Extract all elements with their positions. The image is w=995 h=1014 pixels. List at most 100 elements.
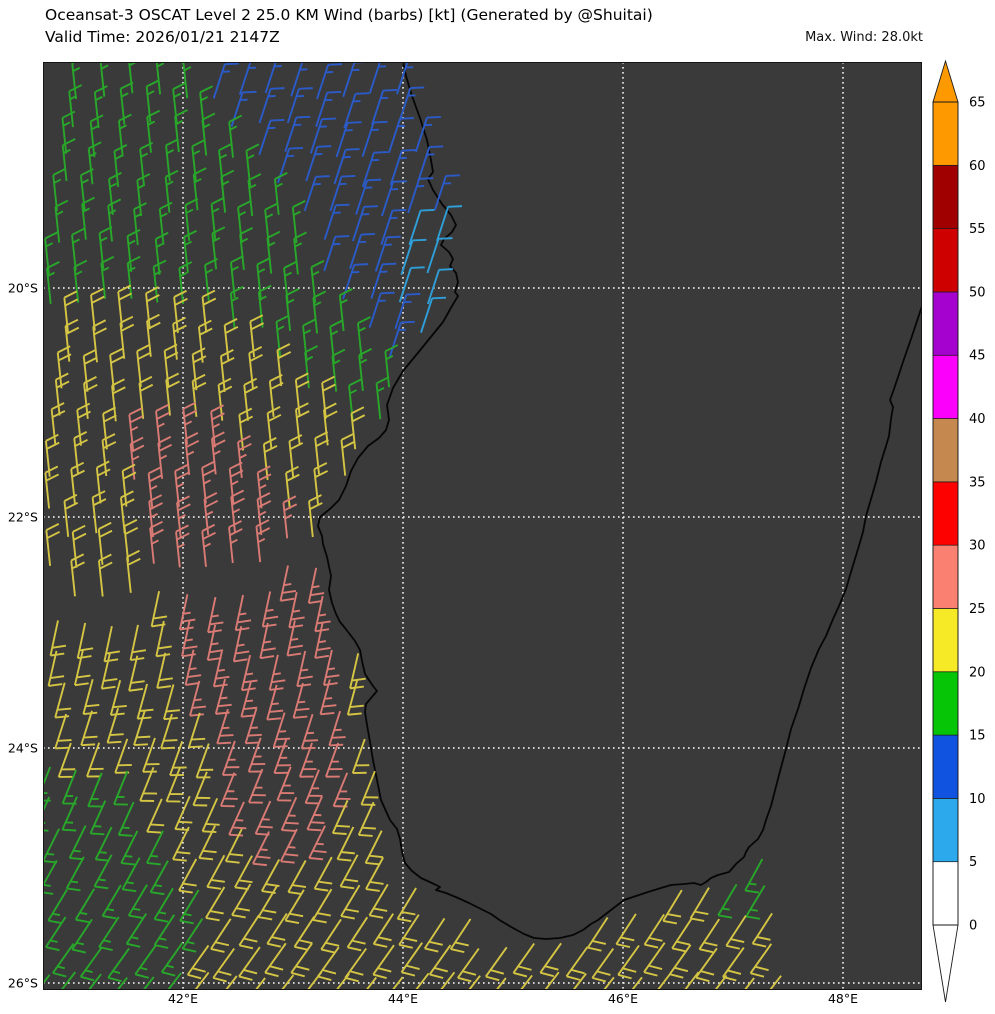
colorbar-label-10: 10 (969, 792, 986, 807)
x-tick-48e: 48°E (827, 991, 859, 1006)
wind-barb-blue (323, 235, 350, 272)
wind-barb-blue (351, 205, 378, 242)
wind-barb-green (228, 114, 243, 158)
wind-barb-blue (343, 92, 370, 129)
wind-barb-lightblue (400, 238, 427, 275)
wind-barb-yellow (248, 346, 263, 389)
wind-barb-blue (355, 178, 382, 215)
wind-barb-yellow (138, 375, 154, 419)
colorbar-label-35: 35 (969, 475, 986, 490)
wind-barb-yellow (191, 347, 207, 391)
wind-barb-salmon (332, 772, 351, 808)
wind-barb-salmon (201, 523, 216, 567)
wind-barb-green (44, 974, 51, 989)
madagascar-coastline (317, 63, 921, 940)
colorbar-svg: 0 5 10 15 20 25 30 35 40 45 50 55 60 65 (932, 59, 986, 1003)
wind-barb-field (44, 63, 782, 989)
wind-barb-yellow (71, 524, 87, 568)
colorbar-segment-15-20 (932, 671, 959, 736)
wind-barb-blue (309, 117, 336, 154)
wind-barb-yellow (689, 887, 710, 922)
wind-barb-yellow (129, 624, 147, 662)
wind-barb-green (146, 830, 164, 866)
wind-barb-green (220, 169, 235, 213)
wind-barb-green (384, 344, 399, 388)
wind-barb-yellow (80, 710, 98, 747)
wind-barb-blue (290, 63, 317, 97)
wind-barb-green (182, 63, 197, 99)
wind-barb-green (134, 944, 157, 979)
y-tick-20s: 20°S (7, 280, 38, 296)
wind-barb-yellow (44, 465, 60, 509)
colorbar-segment-50-55 (932, 228, 959, 293)
colorbar-segment-5-10 (932, 798, 959, 863)
wind-barb-green (120, 830, 139, 866)
max-wind-annotation: Max. Wind: 28.0kt (805, 30, 923, 45)
wind-barb-green (229, 285, 244, 329)
wind-barb-yellow (313, 462, 329, 506)
wind-barb-yellow (70, 553, 85, 597)
wind-barb-yellow (73, 431, 88, 474)
wind-barb-yellow (264, 942, 287, 978)
wind-barb-yellow (123, 519, 139, 562)
wind-barb-yellow (372, 944, 395, 980)
wind-barb-yellow (238, 946, 261, 981)
wind-barb-salmon (184, 432, 200, 475)
wind-barb-yellow (219, 349, 235, 392)
wind-barb-yellow (617, 944, 640, 980)
wind-barb-green (117, 801, 135, 837)
wind-barb-green (179, 889, 200, 925)
wind-barb-yellow (346, 916, 369, 952)
wind-barb-yellow (70, 461, 85, 505)
wind-barb-yellow (119, 315, 135, 359)
x-tick-42e: 42°E (167, 991, 199, 1006)
wind-barb-green (266, 230, 281, 274)
wind-barb-yellow (357, 801, 376, 837)
wind-barb-yellow (238, 914, 260, 950)
wind-barb-blue (258, 118, 285, 156)
wind-barb-green (68, 84, 83, 128)
colorbar-extend-lower-arrow (932, 924, 959, 1003)
wind-barb-salmon (232, 626, 250, 663)
wind-barb-yellow (223, 318, 239, 361)
colorbar-segment-60-65 (932, 101, 959, 166)
wind-barb-yellow (212, 948, 235, 983)
wind-barb-yellow (210, 918, 232, 953)
wind-barb-green (717, 883, 738, 919)
wind-barb-salmon (280, 796, 299, 832)
wind-barb-yellow (457, 975, 481, 989)
wind-barb-yellow (201, 798, 220, 834)
wind-barb-salmon (244, 708, 262, 745)
wind-barb-yellow (457, 947, 480, 983)
wind-barb-green (164, 169, 179, 213)
colorbar-label-5: 5 (969, 855, 977, 870)
wind-barb-yellow (294, 402, 310, 446)
wind-barb-yellow (340, 432, 356, 476)
y-tick-24s: 24°S (7, 740, 38, 756)
gridlines (44, 63, 921, 989)
wind-barb-salmon (157, 435, 173, 479)
colorbar-segment-20-25 (932, 608, 959, 673)
colorbar-segment-35-40 (932, 418, 959, 483)
wind-barb-salmon (307, 567, 325, 604)
wind-barb-yellow (119, 490, 135, 534)
wind-barb-salmon (175, 524, 190, 568)
wind-barb-yellow (126, 549, 141, 593)
wind-barb-salmon (268, 654, 286, 691)
x-tick-46e: 46°E (607, 991, 639, 1006)
wind-barb-green (107, 198, 122, 242)
wind-barb-yellow (270, 974, 295, 989)
wind-barb-green (87, 772, 103, 808)
wind-barb-green (73, 259, 88, 303)
colorbar-label-45: 45 (969, 349, 986, 364)
wind-barb-yellow (82, 348, 98, 392)
wind-barb-yellow (298, 971, 323, 989)
wind-barb-salmon (240, 681, 258, 718)
colorbar-label-55: 55 (969, 222, 986, 237)
wind-barb-blue (305, 145, 332, 182)
wind-barb-salmon (147, 466, 163, 510)
colorbar-label-25: 25 (969, 602, 986, 617)
wind-barb-salmon (256, 465, 272, 509)
wind-barb-green (113, 770, 129, 806)
wind-barb-green (181, 918, 204, 953)
